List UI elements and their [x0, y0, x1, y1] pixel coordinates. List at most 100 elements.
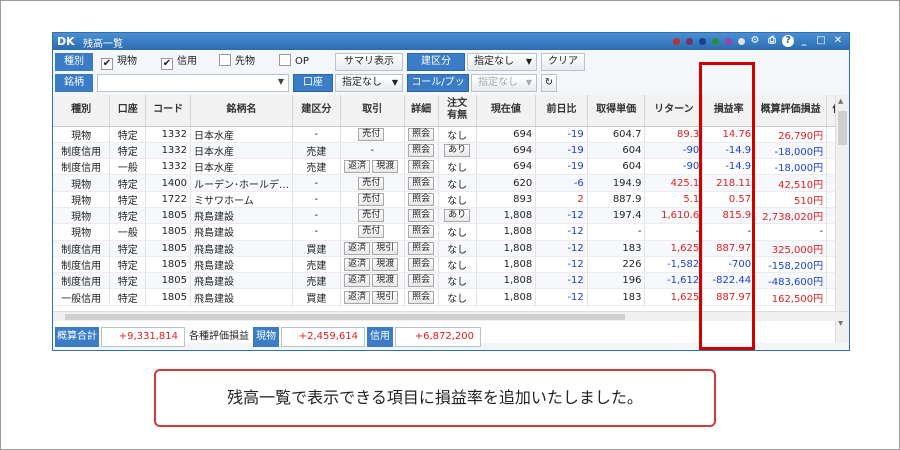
title-bar[interactable]: DK 残高一覧 ⚙ ⎙ ? _ □ ✕	[53, 33, 849, 50]
detail-button[interactable]: 照会	[408, 258, 435, 272]
split-select[interactable]: 指定なし ▼	[467, 53, 537, 71]
symbol-input[interactable]: ▼	[97, 74, 289, 92]
column-header[interactable]: 取得単価	[587, 95, 646, 127]
detail-button[interactable]: 照会	[408, 127, 435, 141]
trade-button[interactable]: 売付	[358, 192, 385, 206]
cell-code: 1722	[145, 191, 192, 208]
check-op[interactable]: OP	[279, 53, 309, 71]
checkbox-icon[interactable]	[279, 54, 291, 66]
column-header[interactable]: 概算評価損益	[754, 95, 828, 127]
table-row[interactable]: 一般信用 特定 1805 飛島建設 買建 返済 現引 照会 なし 1,808 -12 183 1,625…	[53, 288, 849, 306]
trade-button[interactable]: 返済	[344, 274, 371, 288]
trade-button[interactable]: 返済	[344, 290, 371, 304]
trade-button[interactable]: 売付	[358, 225, 385, 239]
table-row[interactable]: 制度信用 特定 1805 飛島建設 売建 返済 現渡 照会 なし 1,808 -12 226 -1,58…	[53, 256, 849, 274]
checkbox-icon[interactable]: ✔	[161, 58, 173, 70]
detail-button[interactable]: 照会	[408, 241, 435, 255]
table-row[interactable]: 制度信用 一般 1332 日本水産 売建 返済 現渡 照会 なし 694 -19 604 -90 -14.…	[53, 158, 849, 176]
trade-button[interactable]: 現渡	[372, 258, 399, 272]
cell-pl: 26,790円	[754, 126, 828, 143]
table-row[interactable]: 現物 一般 1805 飛島建設 - 売付 照会 なし 1,808 -12- - - -	[53, 223, 849, 241]
maximize-icon[interactable]: □	[814, 34, 828, 48]
check-shinyo[interactable]: ✔ 信用	[161, 53, 197, 71]
close-icon[interactable]: ✕	[831, 34, 845, 48]
detail-button[interactable]: 照会	[408, 274, 435, 288]
trade-button[interactable]: 返済	[344, 258, 371, 272]
cell-name: ルーデン･ホールデ…	[190, 174, 294, 192]
color-dot-navy[interactable]	[699, 38, 706, 45]
column-header[interactable]: リターン	[644, 95, 704, 127]
color-dot-red[interactable]	[673, 38, 680, 45]
scroll-up-icon[interactable]: ▲	[838, 97, 843, 105]
color-dot-purple[interactable]	[686, 38, 693, 45]
help-icon[interactable]: ?	[782, 35, 794, 47]
column-header[interactable]: 注文 有無	[438, 95, 477, 127]
color-dot-white[interactable]	[738, 38, 745, 45]
trade-button[interactable]: 返済	[344, 160, 371, 174]
horizontal-scrollbar[interactable]	[53, 311, 849, 321]
account-button[interactable]: 口座	[293, 74, 333, 92]
print-icon[interactable]: ⎙	[765, 34, 779, 48]
detail-button[interactable]: 照会	[408, 143, 435, 157]
refresh-icon[interactable]: ↻	[541, 74, 557, 92]
trade-button[interactable]: 売付	[358, 209, 385, 223]
column-header[interactable]: 銘柄名	[190, 95, 294, 127]
column-header[interactable]: 詳細	[404, 95, 439, 127]
scroll-thumb[interactable]	[65, 314, 625, 320]
column-header[interactable]: 現在値	[476, 95, 537, 127]
callput-select[interactable]: 指定なし ▼	[471, 74, 537, 92]
total-label: 概算合計	[55, 327, 99, 347]
table-row[interactable]: 現物 特定 1805 飛島建設 - 売付 照会 あり 1,808 -12 197.4 1,610.6 8…	[53, 207, 849, 225]
callput-button[interactable]: コール/プット	[407, 74, 469, 104]
table-row[interactable]: 制度信用 特定 1332 日本水産 売建 - 照会 あり 694 -19 604 -90 -14.9 -1…	[53, 142, 849, 160]
trade-button[interactable]: 返済	[344, 241, 371, 255]
table-row[interactable]: 現物 特定 1722 ミサワホーム - 売付 照会 なし 893 2 887.9 5.1 0.57 510…	[53, 191, 849, 208]
cell-trade: 売付	[340, 126, 405, 143]
column-header[interactable]: 損益率	[702, 95, 756, 127]
detail-button[interactable]: 照会	[408, 176, 435, 190]
margin-label: 信用	[367, 327, 393, 347]
trade-button[interactable]: 現渡	[372, 274, 399, 288]
color-dot-violet[interactable]	[725, 38, 732, 45]
split-button[interactable]: 建区分	[407, 53, 465, 71]
column-header[interactable]: 前日比	[535, 95, 588, 127]
detail-button[interactable]: 照会	[408, 290, 435, 304]
clear-button[interactable]: クリア	[541, 53, 585, 71]
cell-code: 1332	[145, 126, 192, 143]
checkbox-icon[interactable]	[219, 54, 231, 66]
table-row[interactable]: 現物 特定 1400 ルーデン･ホールデ… - 売付 照会 なし 620 -6 194.9 425.1…	[53, 174, 849, 192]
trade-button[interactable]: 売付	[358, 127, 385, 141]
table-row[interactable]: 制度信用 特定 1805 飛島建設 買建 返済 現引 照会 なし 1,808 -12 183 1,625…	[53, 240, 849, 257]
column-header[interactable]: 種別	[53, 95, 111, 127]
trade-button[interactable]: 現引	[372, 290, 399, 304]
detail-button[interactable]: 照会	[408, 225, 435, 239]
summary-button[interactable]: サマリ表示	[335, 53, 403, 71]
cell-rate: 887.97	[702, 288, 756, 306]
checkbox-icon[interactable]: ✔	[101, 58, 113, 70]
table-row[interactable]: 制度信用 特定 1805 飛島建設 売建 返済 現渡 照会 なし 1,808 -12 196 -1,61…	[53, 272, 849, 290]
trade-button[interactable]: 現引	[372, 241, 399, 255]
column-header[interactable]: 建区分	[292, 95, 341, 127]
trade-button[interactable]: 売付	[358, 176, 385, 190]
column-header[interactable]: 口座	[109, 95, 147, 127]
gear-icon[interactable]: ⚙	[748, 34, 762, 48]
check-genbutsu[interactable]: ✔ 現物	[101, 53, 137, 71]
order-status[interactable]: あり	[444, 143, 471, 157]
cell-chg: -12	[535, 272, 588, 290]
order-status[interactable]: あり	[444, 209, 471, 223]
column-header[interactable]: 取引	[340, 95, 405, 127]
check-sakimono[interactable]: 先物	[219, 53, 255, 71]
detail-button[interactable]: 照会	[408, 192, 435, 206]
color-dot-green[interactable]	[712, 38, 719, 45]
detail-button[interactable]: 照会	[408, 160, 435, 174]
minimize-icon[interactable]: _	[797, 34, 811, 48]
scroll-thumb[interactable]	[838, 111, 847, 145]
cell-detail: 照会	[404, 142, 439, 160]
trade-button[interactable]: 現渡	[372, 160, 399, 174]
detail-button[interactable]: 照会	[408, 209, 435, 223]
chevron-down-icon[interactable]: ▼	[278, 77, 284, 86]
column-header[interactable]: コード	[145, 95, 192, 127]
vertical-scrollbar[interactable]: ▲ ▼	[835, 95, 849, 343]
table-row[interactable]: 現物 特定 1332 日本水産 - 売付 照会 なし 694 -19 604.7 89.3 14.76 2…	[53, 126, 849, 143]
account-select[interactable]: 指定なし ▼	[335, 74, 403, 92]
